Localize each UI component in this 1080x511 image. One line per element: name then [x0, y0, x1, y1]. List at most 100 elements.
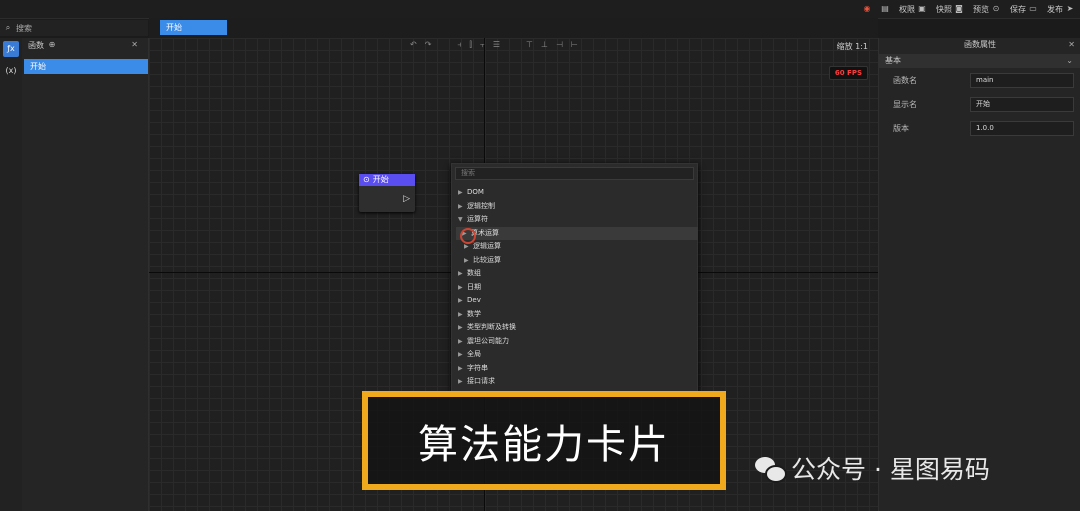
picker-item[interactable]: ▶ Dev — [458, 294, 481, 307]
picker-item-label: 运算符 — [467, 215, 488, 223]
picker-item[interactable]: ▶ 数学 — [458, 308, 481, 321]
logo-icon: ◉ — [863, 4, 871, 13]
properties-panel: 函数属性 ✕ 基本 ⌄ 函数名 main 显示名 开始 版本 1.0.0 — [878, 38, 1080, 511]
picker-item-label: 比较运算 — [473, 255, 501, 264]
undo-icon[interactable]: ↶ — [410, 40, 417, 50]
variable-icon: (x) — [5, 66, 17, 75]
picker-item-label: 类型判断及转换 — [467, 323, 516, 331]
tab-start[interactable]: 开始 — [160, 20, 227, 35]
function-item-label: 开始 — [30, 62, 46, 71]
zoom-level[interactable]: 缩放 1:1 — [837, 41, 868, 52]
publish-label: 发布 — [1047, 4, 1063, 14]
variables-rail-button[interactable]: (x) — [3, 63, 19, 79]
doc-icon: ▤ — [881, 4, 889, 13]
permission-label: 权限 — [899, 4, 915, 14]
search-icon: ⌕ — [5, 23, 11, 32]
picker-item[interactable]: ▶ 全局 — [458, 348, 481, 361]
distribute-v-icon[interactable]: ⊢ — [571, 40, 578, 50]
lock-icon: ▣ — [918, 4, 926, 13]
picker-item[interactable]: ▶ 类型判断及转换 — [458, 321, 516, 334]
start-node-header: ⊙ 开始 — [359, 174, 415, 186]
picker-item[interactable]: ▶ 算术运算 — [456, 226, 698, 240]
send-icon: ➤ — [1066, 4, 1074, 13]
snapshot-button[interactable]: 快照 ◙ — [936, 4, 963, 15]
functions-panel: 函数 ⊕ ✕ 开始 — [22, 38, 149, 511]
caption-text: 算法能力卡片 — [418, 421, 670, 468]
caret-right-icon: ▶ — [458, 324, 463, 331]
align-vcenter-icon[interactable]: ⊥ — [541, 40, 548, 50]
close-icon[interactable]: ✕ — [1068, 38, 1075, 52]
watermark: 公众号 · 星图易码 — [755, 450, 990, 486]
picker-item-label: 逻辑控制 — [467, 201, 495, 210]
function-icon: ƒx — [7, 44, 15, 53]
caret-right-icon: ▶ — [458, 310, 463, 318]
caret-right-icon: ▶ — [458, 297, 463, 304]
picker-item[interactable]: ▼ 运算符 — [458, 213, 488, 226]
functions-rail-button[interactable]: ƒx — [3, 41, 19, 57]
caret-right-icon: ▶ — [458, 189, 463, 196]
picker-item[interactable]: ▶ 比较运算 — [464, 254, 501, 267]
logo-action[interactable]: ◉ — [863, 5, 871, 13]
wechat-icon — [755, 455, 787, 483]
tab-label: 开始 — [166, 23, 182, 32]
caret-right-icon: ▶ — [464, 256, 469, 264]
canvas-toolbar: ↶ ↷ ⫞ ⫿ ⫟ ☰ ⊤ ⊥ ⊣ ⊢ — [410, 40, 596, 50]
tab-strip: 开始 — [149, 18, 878, 38]
function-item-start[interactable]: 开始 — [24, 59, 148, 74]
chevron-down-icon: ⌄ — [1066, 56, 1073, 65]
picker-item[interactable]: ▶ 字符串 — [458, 362, 488, 375]
picker-item-label: Dev — [467, 296, 481, 304]
picker-item[interactable]: ▶ 逻辑控制 — [458, 200, 495, 213]
picker-item[interactable]: ▶ 数组 — [458, 267, 481, 280]
caret-right-icon: ▶ — [458, 283, 463, 291]
redo-icon[interactable]: ↷ — [425, 40, 432, 50]
save-button[interactable]: 保存 ▭ — [1010, 4, 1037, 15]
permission-button[interactable]: 权限 ▣ — [899, 4, 926, 15]
save-label: 保存 — [1010, 4, 1026, 14]
picker-item-label: 接口请求 — [467, 377, 495, 385]
preview-button[interactable]: 预览 ⊙ — [973, 4, 1000, 15]
function-name-label: 函数名 — [893, 76, 917, 85]
function-name-field[interactable]: main — [970, 73, 1074, 88]
caret-right-icon: ▶ — [458, 378, 463, 385]
caret-right-icon: ▶ — [458, 364, 463, 372]
picker-search-input[interactable]: 搜索 — [455, 167, 694, 180]
align-right-icon[interactable]: ⫟ — [480, 40, 485, 50]
node-picker-popup: 搜索 ▶ DOM ▶ 逻辑控制 ▼ 运算符 ▶ 算术运算 ▶ 逻辑运算 ▶ 比较运算 ▶ 数组 ▶ 日期 ▶ De… — [451, 163, 698, 393]
picker-item[interactable]: ▶ 接口请求 — [458, 375, 495, 388]
publish-button[interactable]: 发布 ➤ — [1047, 4, 1074, 15]
align-top-icon[interactable]: ⊤ — [526, 40, 533, 50]
picker-item-label: 数组 — [467, 269, 481, 277]
icon-rail: ƒx (x) — [0, 38, 23, 511]
basic-section-label: 基本 — [885, 56, 901, 65]
output-port-icon[interactable]: ▷ — [403, 194, 410, 204]
doc-action[interactable]: ▤ — [881, 5, 889, 13]
add-function-icon[interactable]: ⊕ — [48, 41, 56, 49]
preview-label: 预览 — [973, 4, 989, 14]
distribute-h-icon[interactable]: ⊣ — [556, 40, 563, 50]
display-name-field[interactable]: 开始 — [970, 97, 1074, 112]
play-circle-icon: ⊙ — [363, 175, 370, 184]
picker-item-label: 数学 — [467, 309, 481, 318]
picker-item-label: 日期 — [467, 282, 481, 291]
start-node[interactable]: ⊙ 开始 ▷ — [359, 174, 415, 212]
picker-item[interactable]: ▶ 震坦公司能力 — [458, 335, 509, 348]
functions-panel-header: 函数 ⊕ ✕ — [22, 38, 148, 52]
search-placeholder: 搜索 — [16, 23, 32, 33]
version-field[interactable]: 1.0.0 — [970, 121, 1074, 136]
version-label: 版本 — [893, 124, 909, 133]
caret-right-icon: ▶ — [458, 337, 463, 345]
align-center-icon[interactable]: ⫿ — [469, 40, 472, 50]
picker-item[interactable]: ▶ DOM — [458, 186, 484, 199]
caption-box: 算法能力卡片 — [362, 391, 726, 490]
top-bar: ◉ ▤ 权限 ▣ 快照 ◙ 预览 ⊙ 保存 ▭ 发布 ➤ — [0, 0, 1080, 19]
search-input[interactable]: ⌕ 搜索 — [0, 20, 148, 36]
display-name-label: 显示名 — [893, 100, 917, 109]
snapshot-label: 快照 — [936, 4, 952, 14]
picker-item-label: 逻辑运算 — [473, 242, 501, 250]
align-middle-icon[interactable]: ☰ — [493, 40, 500, 50]
close-icon[interactable]: ✕ — [131, 40, 138, 49]
align-left-icon[interactable]: ⫞ — [457, 40, 461, 50]
picker-item[interactable]: ▶ 日期 — [458, 281, 481, 294]
basic-section-header[interactable]: 基本 ⌄ — [879, 54, 1080, 68]
